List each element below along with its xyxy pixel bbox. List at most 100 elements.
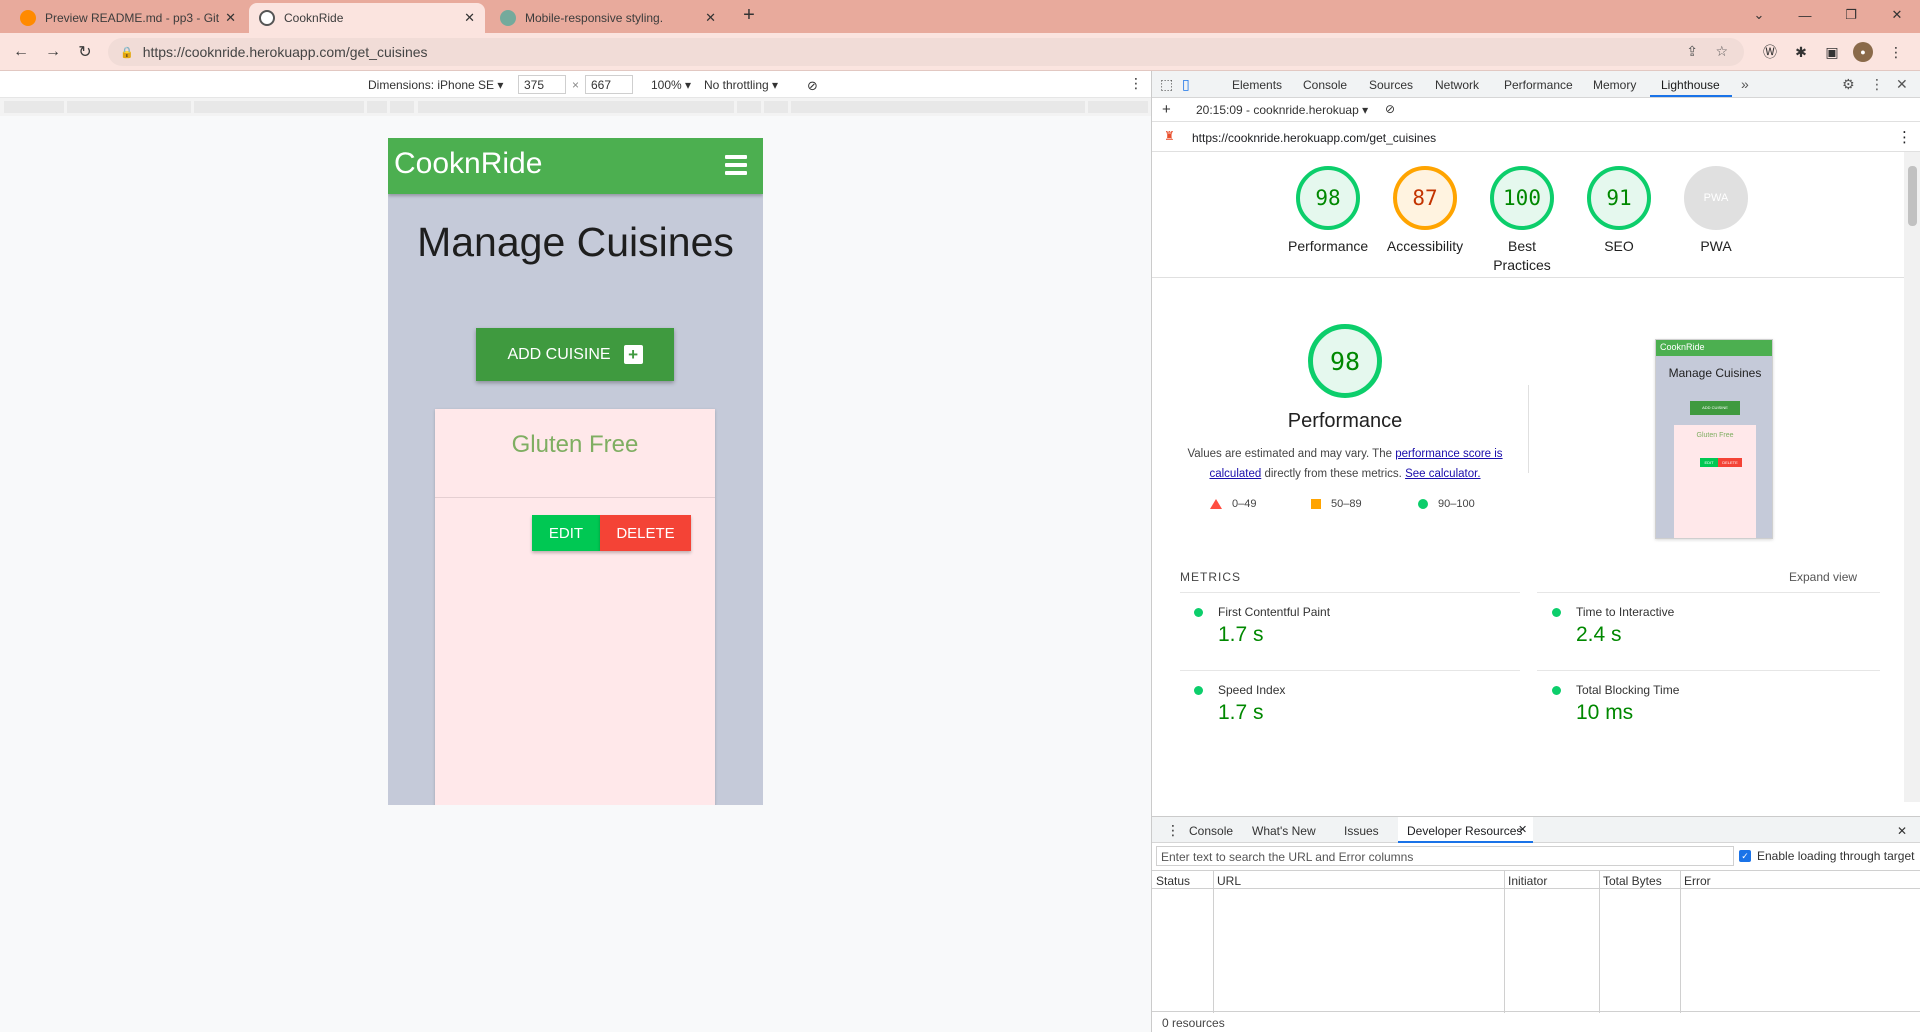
reload-button[interactable]: ↻ xyxy=(72,39,98,65)
column-error[interactable]: Error xyxy=(1680,871,1920,889)
report-url[interactable]: https://cooknride.herokuapp.com/get_cuis… xyxy=(1192,131,1436,145)
device-height-input[interactable]: 667 xyxy=(585,75,633,94)
profile-avatar[interactable]: ● xyxy=(1853,42,1873,62)
scrollbar-thumb[interactable] xyxy=(1908,166,1917,226)
restore-button[interactable]: ❐ xyxy=(1828,0,1874,30)
wordpress-extension-icon[interactable]: Ⓦ xyxy=(1760,42,1780,62)
checkbox-checked-icon[interactable]: ✓ xyxy=(1739,850,1751,862)
tab-memory[interactable]: Memory xyxy=(1593,78,1636,92)
clear-reports-icon[interactable]: ⊘ xyxy=(1385,102,1395,116)
gauge-best-practices[interactable]: 100 Best Practices xyxy=(1482,166,1562,275)
extensions-puzzle-icon[interactable]: ✱ xyxy=(1791,42,1811,62)
report-menu-icon[interactable]: ⋮ xyxy=(1897,128,1912,146)
settings-gear-icon[interactable]: ⚙ xyxy=(1842,76,1855,93)
report-scrollbar[interactable] xyxy=(1904,152,1920,802)
ruler-segment[interactable] xyxy=(1088,101,1148,113)
ruler-segment[interactable] xyxy=(390,101,414,113)
browser-tab-cooknride[interactable]: CooknRide ✕ xyxy=(249,3,485,33)
tab-lighthouse[interactable]: Lighthouse xyxy=(1661,78,1720,92)
close-drawer-icon[interactable]: ✕ xyxy=(1897,824,1907,838)
tab-title: CooknRide xyxy=(284,11,344,25)
inspect-element-icon[interactable]: ⬚ xyxy=(1160,76,1173,93)
ruler-segment[interactable] xyxy=(418,101,734,113)
dimensions-select[interactable]: Dimensions: iPhone SE ▾ xyxy=(368,78,503,92)
browser-tab-chatgpt[interactable]: Mobile-responsive styling. ✕ xyxy=(490,3,726,33)
bookmark-star-icon[interactable]: ☆ xyxy=(1715,43,1728,60)
enable-loading-checkbox[interactable]: ✓ Enable loading through target xyxy=(1739,849,1914,863)
site-logo[interactable]: CooknRide xyxy=(394,147,542,181)
device-width-input[interactable]: 375 xyxy=(518,75,566,94)
developer-resources-filter-input[interactable]: Enter text to search the URL and Error c… xyxy=(1156,846,1734,866)
tab-search-icon[interactable]: ⌄ xyxy=(1736,0,1782,30)
drawer-tab-console[interactable]: Console xyxy=(1189,824,1233,838)
final-screenshot-thumbnail[interactable]: CooknRide Manage Cuisines ADD CUISINE Gl… xyxy=(1655,339,1773,539)
side-panel-icon[interactable]: ▣ xyxy=(1822,42,1842,62)
thumb-card: Gluten Free EDIT DELETE xyxy=(1674,425,1756,538)
ruler-segment[interactable] xyxy=(764,101,788,113)
close-tab-icon[interactable]: ✕ xyxy=(225,10,236,26)
tab-elements[interactable]: Elements xyxy=(1232,78,1282,92)
zoom-select[interactable]: 100% ▾ xyxy=(651,78,691,92)
tab-network[interactable]: Network xyxy=(1435,78,1479,92)
legend-fail: 0–49 xyxy=(1210,498,1256,510)
thumb-edit: EDIT xyxy=(1700,458,1718,467)
score-value: 98 xyxy=(1296,166,1360,230)
tab-performance[interactable]: Performance xyxy=(1504,78,1573,92)
score-label: SEO xyxy=(1604,238,1634,254)
tab-console[interactable]: Console xyxy=(1303,78,1347,92)
gauge-seo[interactable]: 91 SEO xyxy=(1579,166,1659,256)
more-tabs-icon[interactable]: » xyxy=(1741,76,1749,92)
forward-button[interactable]: → xyxy=(40,39,66,65)
resources-count: 0 resources xyxy=(1162,1016,1225,1030)
tab-sources[interactable]: Sources xyxy=(1369,78,1413,92)
gauge-performance[interactable]: 98 Performance xyxy=(1288,166,1368,256)
throttling-select[interactable]: No throttling ▾ xyxy=(704,78,778,92)
column-separator xyxy=(1680,871,1681,1013)
ruler-segment[interactable] xyxy=(67,101,191,113)
minimize-button[interactable]: — xyxy=(1782,0,1828,30)
column-status[interactable]: Status xyxy=(1152,871,1213,889)
drawer-tab-issues[interactable]: Issues xyxy=(1344,824,1379,838)
ruler-segment[interactable] xyxy=(4,101,64,113)
delete-button[interactable]: DELETE xyxy=(600,515,691,551)
close-tab-icon[interactable]: ✕ xyxy=(705,10,716,26)
close-devtools-icon[interactable]: ✕ xyxy=(1896,76,1908,93)
hamburger-menu-icon[interactable] xyxy=(725,155,747,175)
device-toolbar-more-icon[interactable]: ⋮ xyxy=(1129,75,1143,92)
report-selector[interactable]: 20:15:09 - cooknride.herokuap ▾ xyxy=(1196,103,1368,117)
ruler-segment[interactable] xyxy=(194,101,364,113)
see-calculator-link[interactable]: See calculator. xyxy=(1405,468,1480,480)
ruler-segment[interactable] xyxy=(791,101,1085,113)
devtools-menu-icon[interactable]: ⋮ xyxy=(1870,76,1884,93)
media-query-ruler[interactable] xyxy=(0,98,1151,116)
gauge-accessibility[interactable]: 87 Accessibility xyxy=(1385,166,1465,256)
ruler-segment[interactable] xyxy=(367,101,387,113)
omnibox[interactable]: 🔒 https://cooknride.herokuapp.com/get_cu… xyxy=(108,38,1744,66)
expand-view-toggle[interactable]: Expand view xyxy=(1789,570,1857,584)
new-tab-button[interactable]: + xyxy=(737,4,761,27)
browser-tab-readme[interactable]: Preview README.md - pp3 - Gitp ✕ xyxy=(10,3,246,33)
device-toggle-icon[interactable]: ▯ xyxy=(1182,76,1190,93)
share-icon[interactable]: ⇪ xyxy=(1686,43,1698,60)
edit-button[interactable]: EDIT xyxy=(532,515,600,551)
rotate-icon[interactable]: ⊘ xyxy=(807,78,818,94)
column-initiator[interactable]: Initiator xyxy=(1504,871,1599,889)
score-label: Best Practices xyxy=(1493,238,1551,273)
browser-menu-icon[interactable]: ⋮ xyxy=(1886,42,1906,62)
drawer-tab-whats-new[interactable]: What's New xyxy=(1252,824,1316,838)
close-drawer-tab-icon[interactable]: ✕ xyxy=(1518,823,1527,836)
drawer-menu-icon[interactable]: ⋮ xyxy=(1166,822,1180,839)
add-cuisine-button[interactable]: ADD CUISINE + xyxy=(476,328,674,381)
address-bar-row: ← → ↻ 🔒 https://cooknride.herokuapp.com/… xyxy=(0,33,1920,71)
close-tab-icon[interactable]: ✕ xyxy=(464,10,475,26)
legend-pass: 90–100 xyxy=(1418,498,1475,510)
back-button[interactable]: ← xyxy=(8,39,34,65)
column-total-bytes[interactable]: Total Bytes xyxy=(1599,871,1680,889)
ruler-segment[interactable] xyxy=(737,101,761,113)
gauge-pwa[interactable]: PWA PWA xyxy=(1676,166,1756,256)
new-report-icon[interactable]: + xyxy=(1162,101,1171,118)
column-url[interactable]: URL xyxy=(1213,871,1504,889)
column-separator xyxy=(1599,871,1600,1013)
drawer-tab-developer-resources[interactable]: Developer Resources ✕ xyxy=(1398,817,1533,843)
close-window-button[interactable]: ✕ xyxy=(1874,0,1920,30)
